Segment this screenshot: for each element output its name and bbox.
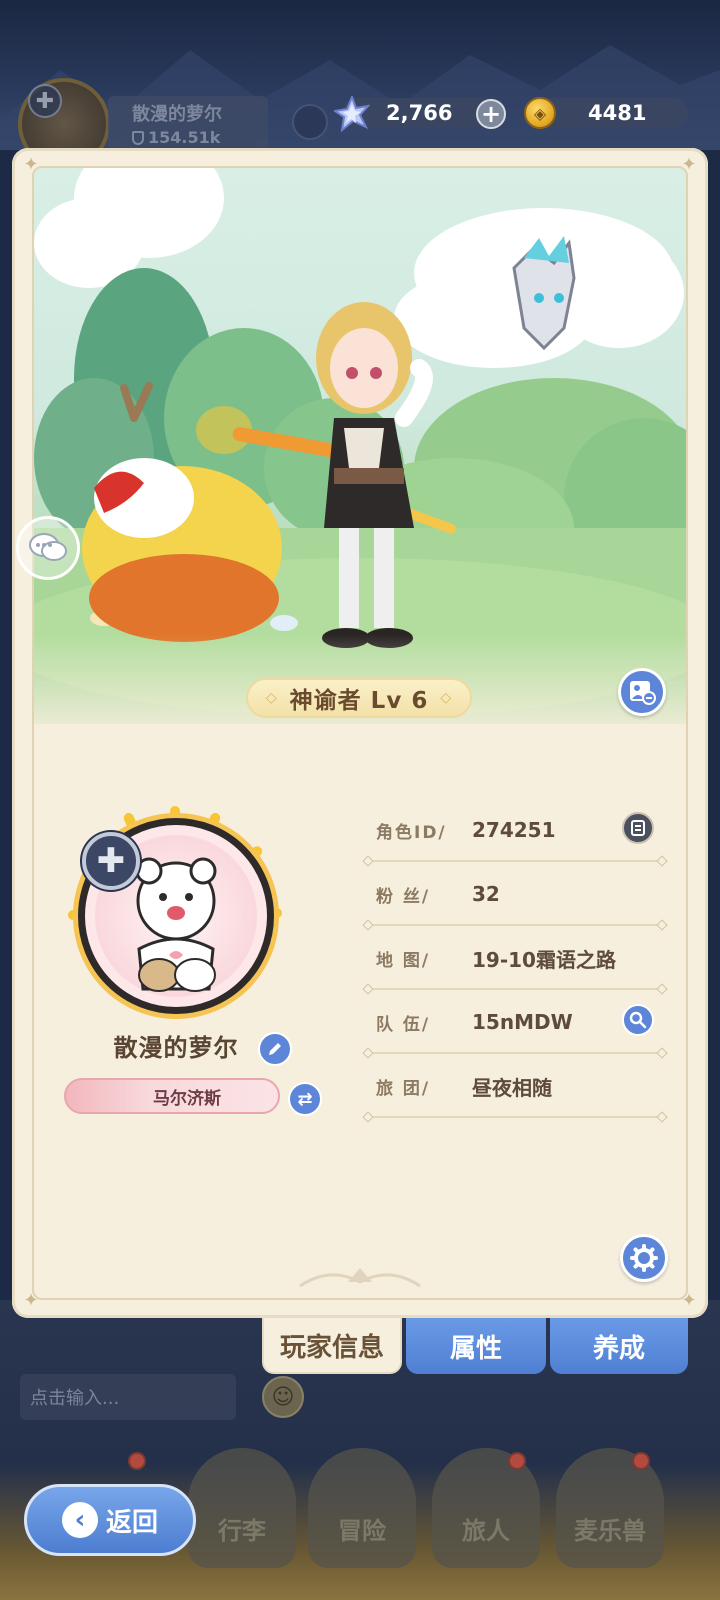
- title-badge[interactable]: 马尔济斯: [64, 1078, 280, 1114]
- emoji-button[interactable]: ☺: [262, 1376, 304, 1418]
- info-value: 19-10霜语之路: [472, 947, 616, 972]
- hud-power-value: 154.51k: [148, 128, 221, 147]
- info-label: 角色ID/: [376, 822, 447, 843]
- info-value: 昼夜相随: [472, 1075, 552, 1100]
- diamond-ornament-icon: ◇: [440, 690, 453, 706]
- gold-coin-icon: ◈: [524, 97, 556, 129]
- magnifier-icon: [629, 1011, 647, 1029]
- info-row-role-id: 角色ID/ 274251: [366, 812, 666, 876]
- tab-attributes[interactable]: 属性: [406, 1318, 546, 1374]
- info-row-guild: 旅 团/ 昼夜相随: [366, 1068, 666, 1132]
- chat-bubbles-icon: [29, 533, 67, 561]
- nav-adventure[interactable]: 冒险: [308, 1448, 416, 1568]
- info-row-map: 地 图/ 19-10霜语之路: [366, 940, 666, 1004]
- cross-badge-icon: ✚: [82, 832, 140, 890]
- nav-bag-label: 行李: [218, 1517, 266, 1545]
- info-divider: [366, 1052, 664, 1054]
- coin-value: 4481: [588, 101, 647, 125]
- nav-pets-label: 麦乐兽: [574, 1517, 646, 1545]
- notification-dot: [508, 1452, 526, 1470]
- info-row-team: 队 伍/ 15nMDW: [366, 1004, 666, 1068]
- class-level-text: 神谕者 Lv 6: [289, 688, 429, 714]
- info-label: 队 伍/: [376, 1014, 431, 1035]
- swap-title-button[interactable]: ⇄: [288, 1082, 322, 1116]
- back-arrow-icon: ‹: [61, 1502, 98, 1538]
- info-label: 粉 丝/: [376, 886, 431, 907]
- info-label: 旅 团/: [376, 1078, 431, 1099]
- title-badge-text: 马尔济斯: [153, 1088, 221, 1109]
- nav-adventure-label: 冒险: [338, 1517, 386, 1545]
- hud-name-plate: 散漫的萝尔 154.51k: [108, 96, 268, 150]
- hud-player-name: 散漫的萝尔: [132, 104, 222, 125]
- edit-name-button[interactable]: [258, 1032, 292, 1066]
- gear-icon: [630, 1244, 658, 1272]
- info-divider: [366, 988, 664, 990]
- bottom-ornament: [299, 1268, 421, 1288]
- info-value: 274251: [472, 818, 556, 842]
- class-level-plate: ◇ 神谕者 Lv 6 ◇: [246, 678, 472, 718]
- info-divider: [366, 1116, 664, 1118]
- notification-dot: [632, 1452, 650, 1470]
- hud-cross-badge-icon: ✚: [28, 84, 62, 118]
- photo-card-icon: [630, 681, 656, 705]
- nav-bag[interactable]: 行李: [188, 1448, 296, 1568]
- hud-bear-icon[interactable]: [292, 104, 328, 140]
- info-value: 32: [472, 882, 500, 906]
- tab-player-info[interactable]: 玩家信息: [262, 1318, 402, 1374]
- hud-power: 154.51k: [132, 128, 268, 147]
- tab-growth[interactable]: 养成: [550, 1318, 688, 1374]
- info-label: 地 图/: [376, 950, 431, 971]
- add-gems-button[interactable]: +: [476, 99, 506, 129]
- nav-traveler-label: 旅人: [462, 1517, 510, 1545]
- back-label: 返回: [105, 1507, 158, 1538]
- info-row-fans: 粉 丝/ 32: [366, 876, 666, 940]
- shield-icon: [132, 131, 144, 145]
- chat-input[interactable]: 点击输入...: [20, 1374, 236, 1420]
- chat-button[interactable]: [16, 516, 80, 580]
- copy-id-button[interactable]: [622, 812, 654, 844]
- info-value: 15nMDW: [472, 1010, 573, 1034]
- info-divider: [366, 860, 664, 862]
- view-team-button[interactable]: [622, 1004, 654, 1036]
- notification-dot: [128, 1452, 146, 1470]
- corner-ornament: ✦: [23, 1290, 39, 1311]
- pencil-icon: [269, 1043, 281, 1055]
- swap-arrows-icon: ⇄: [297, 1088, 313, 1110]
- character-scene: [34, 168, 686, 724]
- smiley-icon: ☺: [271, 1384, 295, 1410]
- settings-button[interactable]: [620, 1234, 668, 1282]
- copy-icon: [631, 820, 645, 836]
- diamond-ornament-icon: ◇: [265, 690, 278, 706]
- corner-ornament: ✦: [681, 1290, 697, 1311]
- photo-card-button[interactable]: [618, 668, 666, 716]
- star-gem-icon: [334, 96, 370, 132]
- info-divider: [366, 924, 664, 926]
- player-name: 散漫的萝尔: [113, 1034, 239, 1062]
- back-button[interactable]: ‹ 返回: [24, 1484, 196, 1556]
- gem-value: 2,766: [386, 101, 453, 125]
